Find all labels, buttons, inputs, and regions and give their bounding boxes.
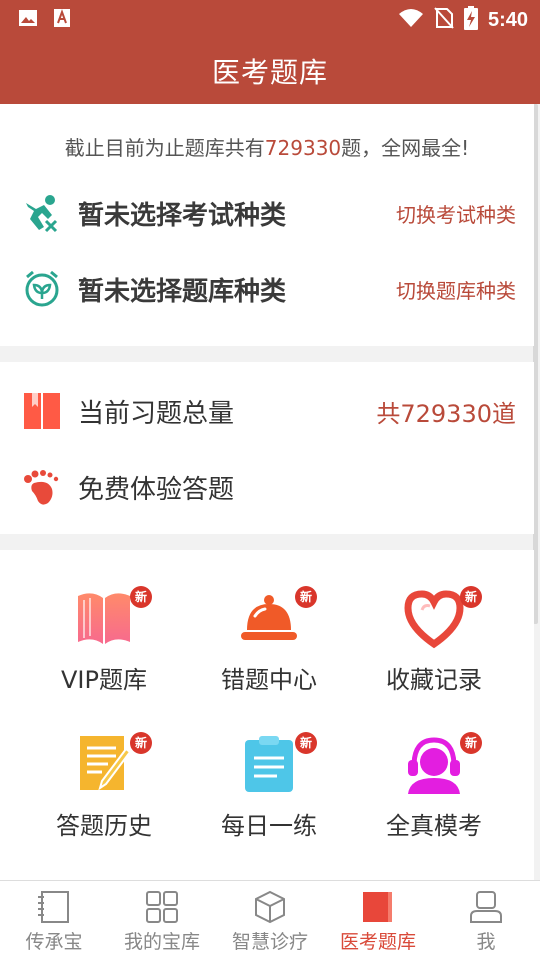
new-badge: 新 xyxy=(130,732,152,754)
tab-my-treasury[interactable]: 我的宝库 xyxy=(108,881,216,960)
footprint-icon xyxy=(22,467,62,507)
new-badge: 新 xyxy=(130,586,152,608)
user-icon xyxy=(468,889,504,925)
grid-label: 每日一练 xyxy=(221,812,317,840)
switch-bank-type-link[interactable]: 切换题库种类 xyxy=(396,275,516,304)
book-icon xyxy=(360,889,396,925)
new-badge: 新 xyxy=(460,586,482,608)
clock: 5:40 xyxy=(487,8,528,31)
app-notification-icon xyxy=(52,8,72,32)
heart-icon xyxy=(402,586,466,650)
exam-type-row[interactable]: 暂未选择考试种类 切换考试种类 xyxy=(22,188,516,238)
tab-label: 我的宝库 xyxy=(123,931,200,953)
grid-label: 答题历史 xyxy=(56,812,152,840)
notepad-pencil-icon xyxy=(72,732,136,796)
tab-label: 医考题库 xyxy=(339,931,416,953)
wrong-questions-tile[interactable]: 新 错题中心 xyxy=(189,586,349,706)
cube-icon xyxy=(252,889,288,925)
new-badge: 新 xyxy=(460,732,482,754)
headset-user-icon xyxy=(402,732,466,796)
app-header: 医考题库 xyxy=(0,38,540,104)
bank-type-label: 暂未选择题库种类 xyxy=(78,276,287,307)
free-trial-row[interactable]: 免费体验答题 xyxy=(22,462,516,512)
tab-me[interactable]: 我 xyxy=(432,881,540,960)
grid-label: VIP题库 xyxy=(61,666,147,694)
grid-label: 全真模考 xyxy=(386,812,482,840)
tab-medical-exam-bank[interactable]: 医考题库 xyxy=(324,881,432,960)
feature-grid: 新 VIP题库 新 错题中心 新 收藏记录 新 答题历史 新 每日一练 新 全真… xyxy=(0,550,534,880)
running-figure-icon xyxy=(22,193,62,233)
bank-type-row[interactable]: 暂未选择题库种类 切换题库种类 xyxy=(22,264,516,314)
answer-history-tile[interactable]: 新 答题历史 xyxy=(24,732,184,852)
question-count-summary: 截止目前为止题库共有729330题，全网最全! xyxy=(64,136,470,160)
exam-selection-card: 截止目前为止题库共有729330题，全网最全! 暂未选择考试种类 切换考试种类 … xyxy=(0,104,534,346)
tab-label: 传承宝 xyxy=(25,931,83,953)
alarm-clock-sprout-icon xyxy=(22,269,62,309)
favorites-tile[interactable]: 新 收藏记录 xyxy=(354,586,514,706)
grid-icon xyxy=(144,889,180,925)
new-badge: 新 xyxy=(295,586,317,608)
exam-type-label: 暂未选择考试种类 xyxy=(78,200,287,231)
daily-practice-tile[interactable]: 新 每日一练 xyxy=(189,732,349,852)
total-questions-value: 共729330道 xyxy=(376,399,516,428)
grid-label: 收藏记录 xyxy=(386,666,482,694)
book-icon xyxy=(72,586,136,650)
vip-bank-tile[interactable]: 新 VIP题库 xyxy=(24,586,184,706)
total-questions-label: 当前习题总量 xyxy=(78,398,235,429)
status-bar: 5:40 xyxy=(0,0,540,38)
new-badge: 新 xyxy=(295,732,317,754)
clipboard-icon xyxy=(237,732,301,796)
bottom-tab-bar: 传承宝 我的宝库 智慧诊疗 医考题库 我 xyxy=(0,880,540,960)
wifi-icon xyxy=(398,8,424,32)
document-list-icon xyxy=(36,889,72,925)
open-book-icon xyxy=(22,391,62,431)
battery-charging-icon xyxy=(463,6,478,34)
no-sim-icon xyxy=(434,7,454,33)
mock-exam-tile[interactable]: 新 全真模考 xyxy=(354,732,514,852)
service-bell-icon xyxy=(237,586,301,650)
tab-label: 我 xyxy=(476,931,496,953)
switch-exam-type-link[interactable]: 切换考试种类 xyxy=(396,199,516,228)
question-stats-card: 当前习题总量 共729330道 免费体验答题 xyxy=(0,362,534,534)
tab-smart-diagnosis[interactable]: 智慧诊疗 xyxy=(216,881,324,960)
question-count: 729330 xyxy=(264,136,342,160)
grid-label: 错题中心 xyxy=(221,666,317,694)
free-trial-label: 免费体验答题 xyxy=(78,474,235,505)
tab-label: 智慧诊疗 xyxy=(231,931,308,953)
total-questions-row: 当前习题总量 共729330道 xyxy=(22,386,516,436)
page-title: 医考题库 xyxy=(211,56,328,89)
tab-chuanchengbao[interactable]: 传承宝 xyxy=(0,881,108,960)
image-notification-icon xyxy=(18,8,38,32)
